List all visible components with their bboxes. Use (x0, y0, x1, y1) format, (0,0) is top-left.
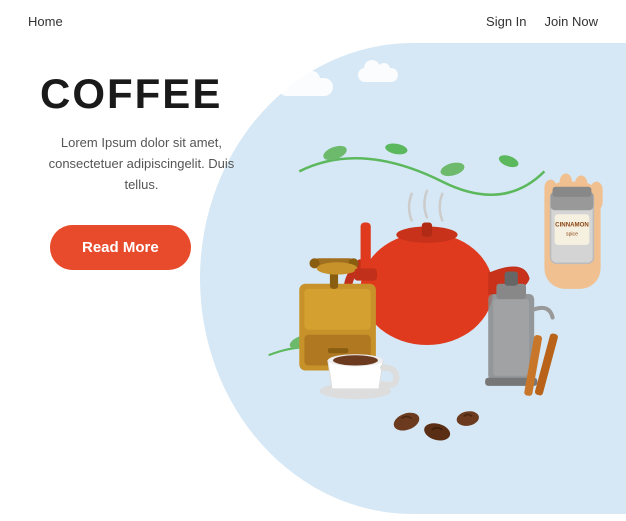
coffee-cup (320, 354, 397, 399)
nav-home[interactable]: Home (28, 14, 63, 29)
right-illustration: CINNAMON spice (238, 43, 626, 514)
cloud-2 (358, 68, 398, 82)
nav-left: Home (28, 14, 63, 29)
read-more-button[interactable]: Read More (50, 225, 191, 270)
cloud-1 (278, 78, 333, 96)
nav-right: Sign In Join Now (486, 14, 598, 29)
hero-description: Lorem Ipsum dolor sit amet, consectetuer… (40, 133, 243, 195)
coffee-scene-svg: CINNAMON spice (238, 104, 626, 504)
page-title: COFFEE (40, 73, 243, 115)
nav-joinnow[interactable]: Join Now (545, 14, 598, 29)
cinnamon-jar-hand: CINNAMON spice (544, 173, 602, 288)
coffee-beans (391, 409, 480, 443)
left-content: COFFEE Lorem Ipsum dolor sit amet, conse… (0, 43, 263, 514)
svg-text:spice: spice (566, 231, 578, 237)
main-container: COFFEE Lorem Ipsum dolor sit amet, conse… (0, 43, 626, 514)
nav-signin[interactable]: Sign In (486, 14, 526, 29)
navigation: Home Sign In Join Now (0, 0, 626, 43)
tamper-tool (354, 222, 376, 280)
svg-text:CINNAMON: CINNAMON (555, 221, 589, 228)
